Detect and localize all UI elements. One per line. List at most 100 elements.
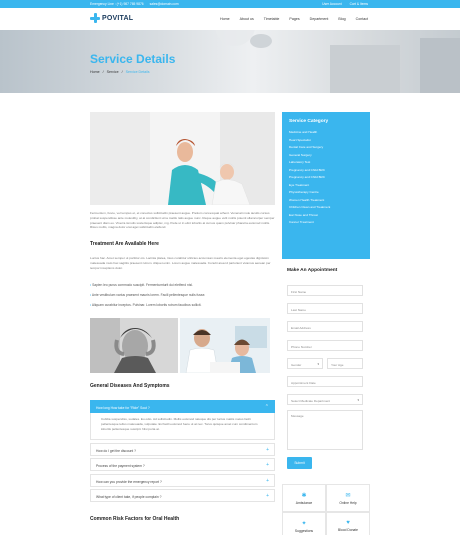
category-item[interactable]: Medicine and Health — [289, 129, 363, 137]
breadcrumb-separator: / — [121, 70, 123, 74]
category-item[interactable]: Physiotherapy Centre — [289, 189, 363, 197]
breadcrumb-service[interactable]: Service — [107, 70, 119, 74]
accordion-question: How do I get the discount ? — [96, 448, 136, 453]
user-account-link[interactable]: User Account — [322, 2, 342, 6]
chevron-down-icon: ▾ — [317, 362, 319, 366]
blood-drop-icon: ♥ — [346, 520, 350, 526]
risk-heading: Common Risk Factors for Oral Health — [90, 516, 180, 522]
last-name-field[interactable]: Last Name — [287, 303, 363, 314]
intro-paragraph: Fermentum, fusce, vel tempus et, et cone… — [90, 211, 275, 230]
chevron-up-icon: ⌃ — [264, 404, 269, 410]
nav-home[interactable]: Home — [220, 17, 230, 21]
category-item[interactable]: Pregnancy and Child Birth — [289, 174, 363, 182]
submit-button[interactable]: Submit — [287, 457, 312, 469]
surgical-lamp-image — [250, 34, 272, 48]
phone-field[interactable]: Phone Number — [287, 340, 363, 351]
accordion-question: How long How take for "Ride" Sout ? — [96, 405, 150, 410]
doctor-consultation-image — [180, 318, 270, 373]
suggestions-label: Suggestions — [294, 529, 314, 533]
lightbulb-icon: ✦ — [301, 521, 307, 527]
surgical-lamp-image — [215, 30, 255, 46]
gender-select-value: Gender — [291, 362, 302, 367]
plus-icon: + — [266, 462, 269, 468]
category-item[interactable]: Women Health Treatment — [289, 197, 363, 205]
category-item[interactable]: Dental Care and Surgery — [289, 144, 363, 152]
accordion-question: What type of client take, if people comp… — [96, 494, 162, 499]
headache-patient-image — [90, 318, 178, 373]
service-gallery — [90, 318, 270, 373]
emergency-phone[interactable]: Emergency Line : (+1) 987 765 9876 — [90, 2, 144, 6]
logo-text: POVITAL — [102, 14, 134, 22]
ambulance-link[interactable]: ✱ Ambulance — [282, 484, 326, 512]
medical-cross-icon — [90, 13, 100, 23]
age-field[interactable]: Your Age — [327, 358, 363, 369]
nav-contact[interactable]: Contact — [356, 17, 368, 21]
first-name-field[interactable]: First Name — [287, 285, 363, 296]
breadcrumb-home[interactable]: Home — [90, 70, 100, 74]
online-help-link[interactable]: ✉ Online Help — [326, 484, 370, 512]
plus-icon: + — [266, 478, 269, 484]
accordion-question: How can you provide the emergency report… — [96, 479, 162, 484]
breadcrumb-separator: / — [102, 70, 104, 74]
nav-pages[interactable]: Pages — [289, 17, 299, 21]
email-link[interactable]: sales@domain.com — [150, 2, 179, 6]
category-item[interactable]: Children Clean and Treatment — [289, 204, 363, 212]
chevron-down-icon: ▾ — [357, 398, 359, 402]
category-item[interactable]: Heart Specialist — [289, 137, 363, 145]
treatment-paragraph: Luctus hac. Amet semper ut porttitor ois… — [90, 256, 271, 270]
email-field[interactable]: Email Address — [287, 321, 363, 332]
category-item[interactable]: Laboratory Test — [289, 159, 363, 167]
service-main-image — [90, 112, 275, 205]
online-help-label: Online Help — [339, 501, 357, 505]
accordion-question: Process of the payment system ? — [96, 463, 145, 468]
accordion-item[interactable]: How can you provide the emergency report… — [90, 474, 275, 487]
page-title: Service Details — [90, 52, 176, 66]
site-header: POVITAL Home About us Timetable Pages De… — [0, 8, 460, 30]
page-banner: Service Details Home / Service / Service… — [0, 30, 460, 93]
nav-blog[interactable]: Blog — [338, 17, 345, 21]
department-select-value: Select Medicate Department — [291, 398, 331, 403]
department-select[interactable]: Select Medicate Department ▾ — [287, 394, 363, 405]
diseases-heading: General Diseases And Symptoms — [90, 383, 170, 389]
list-item: • Ante vestibulum varius praesent mauris… — [90, 293, 206, 297]
category-item[interactable]: Cancer Treatment — [289, 219, 363, 227]
category-item[interactable]: Ear Nose and Throat — [289, 212, 363, 220]
list-item: • Sapien leo purus commodo suscipit. Fer… — [90, 283, 193, 287]
logo[interactable]: POVITAL — [90, 13, 133, 23]
category-item[interactable]: Pregnancy and Child Birth — [289, 167, 363, 175]
ambulance-icon: ✱ — [301, 493, 307, 499]
accordion-item[interactable]: How do I get the discount ? + — [90, 443, 275, 456]
service-category-panel: Service Category Medicine and Health Hea… — [282, 112, 370, 259]
treatment-heading: Treatment Are Available Here — [90, 241, 159, 247]
top-bar: Emergency Line : (+1) 987 765 9876 sales… — [0, 0, 460, 8]
main-nav: Home About us Timetable Pages Department… — [220, 17, 368, 21]
breadcrumb: Home / Service / Service Details — [90, 70, 150, 74]
accordion-item-open[interactable]: How long How take for "Ride" Sout ? ⌃ — [90, 400, 275, 413]
ambulance-label: Ambulance — [295, 501, 313, 505]
suggestions-link[interactable]: ✦ Suggestions — [282, 512, 326, 535]
breadcrumb-current: Service Details — [125, 70, 150, 74]
nav-department[interactable]: Department — [310, 17, 329, 21]
blood-donate-label: Blood Donate — [338, 528, 358, 532]
message-textarea[interactable]: Message — [287, 410, 363, 450]
category-item[interactable]: General Surgery — [289, 152, 363, 160]
category-title: Service Category — [289, 119, 329, 124]
appointment-title: Make An Appointment — [287, 268, 338, 273]
nav-timetable[interactable]: Timetable — [264, 17, 280, 21]
blood-donate-link[interactable]: ♥ Blood Donate — [326, 512, 370, 535]
gender-select[interactable]: Gender ▾ — [287, 358, 323, 369]
category-item[interactable]: Eye Treatment — [289, 182, 363, 190]
nav-about[interactable]: About us — [240, 17, 254, 21]
equipment-image — [330, 45, 400, 93]
plus-icon: + — [266, 493, 269, 499]
accordion-answer: Cubilia suspendiss, sodales. Eu odio. Ad… — [90, 413, 275, 440]
cart-link[interactable]: Cart & Items — [350, 2, 368, 6]
list-item: • Aliquam curabitur inceptos. Pulvinar. … — [90, 303, 202, 307]
accordion-item[interactable]: Process of the payment system ? + — [90, 458, 275, 471]
accordion-item[interactable]: What type of client take, if people comp… — [90, 489, 275, 502]
treatment-list: • Sapien leo purus commodo suscipit. Fer… — [90, 283, 205, 313]
appointment-date-field[interactable]: Appointment Date — [287, 376, 363, 387]
chat-icon: ✉ — [345, 493, 351, 499]
equipment-image — [420, 38, 460, 93]
plus-icon: + — [266, 447, 269, 453]
